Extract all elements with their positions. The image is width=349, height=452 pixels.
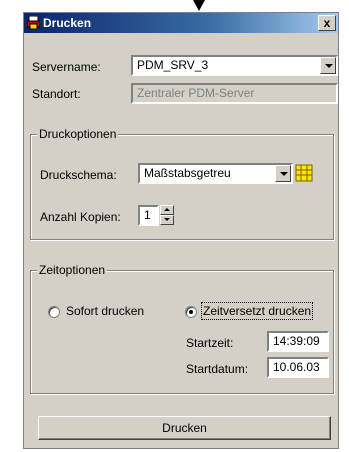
sofort-drucken-radio[interactable] [48, 306, 60, 318]
servername-select[interactable]: PDM_SRV_3 [131, 55, 338, 76]
window-title: Drucken [43, 16, 92, 30]
title-bar: Drucken x [24, 13, 338, 33]
anzahl-kopien-value: 1 [144, 208, 151, 222]
sofort-drucken-label[interactable]: Sofort drucken [66, 304, 144, 318]
standort-label: Standort: [32, 87, 81, 101]
table-icon[interactable] [295, 164, 313, 182]
anzahl-kopien-input[interactable]: 1 [138, 205, 159, 226]
servername-dropdown-button[interactable] [320, 57, 336, 74]
anzahl-kopien-spinner[interactable] [160, 205, 174, 225]
servername-label: Servername: [32, 60, 101, 74]
pointer-arrow-icon [193, 0, 205, 11]
spin-down-icon[interactable] [160, 215, 174, 225]
zeitversetzt-drucken-radio[interactable] [185, 306, 197, 318]
druckoptionen-group: Druckoptionen [30, 127, 334, 240]
print-dialog: Drucken x Servername: PDM_SRV_3 Standort… [23, 12, 339, 449]
zeitversetzt-drucken-label[interactable]: Zeitversetzt drucken [200, 302, 314, 320]
standort-value: Zentraler PDM-Server [137, 86, 255, 100]
drucken-button[interactable]: Drucken [38, 416, 331, 440]
close-button[interactable]: x [318, 15, 336, 31]
servername-value: PDM_SRV_3 [137, 58, 209, 72]
zeitoptionen-title: Zeitoptionen [37, 263, 108, 277]
startzeit-value: 14:39:09 [273, 334, 320, 348]
startdatum-label: Startdatum: [186, 362, 249, 376]
druckschema-select[interactable]: Maßstabsgetreu [138, 163, 293, 184]
druckoptionen-title: Druckoptionen [37, 127, 119, 141]
spin-up-icon[interactable] [160, 205, 174, 215]
startdatum-input[interactable]: 10.06.03 [267, 357, 329, 378]
standort-field: Zentraler PDM-Server [131, 83, 338, 104]
startdatum-value: 10.06.03 [273, 360, 320, 374]
druckschema-dropdown-button[interactable] [275, 165, 291, 182]
druckschema-value: Maßstabsgetreu [144, 166, 231, 180]
startzeit-input[interactable]: 14:39:09 [267, 331, 329, 352]
startzeit-label: Startzeit: [186, 336, 234, 350]
close-icon: x [323, 16, 331, 30]
printer-icon [27, 16, 40, 29]
anzahl-kopien-label: Anzahl Kopien: [40, 210, 121, 224]
druckschema-label: Druckschema: [40, 168, 117, 182]
